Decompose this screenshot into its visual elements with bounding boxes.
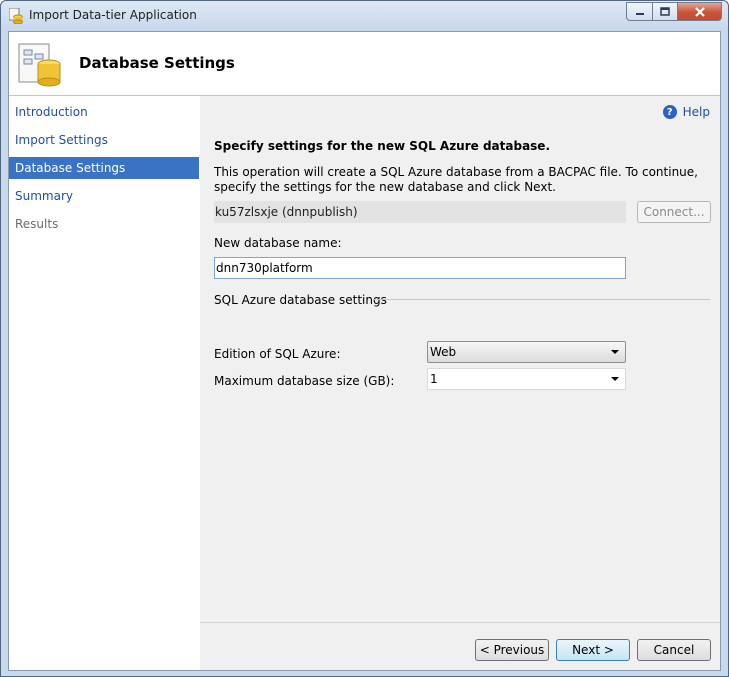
azure-settings-group-label: SQL Azure database settings: [214, 293, 387, 307]
nav-item-results: Results: [15, 217, 59, 231]
page-title: Database Settings: [79, 54, 235, 72]
dialog-body: Database Settings Introduction Import Se…: [8, 31, 721, 671]
page-header: Database Settings: [9, 32, 720, 95]
edition-label: Edition of SQL Azure:: [214, 347, 341, 361]
description-text: This operation will create a SQL Azure d…: [214, 165, 698, 194]
cancel-button[interactable]: Cancel: [637, 639, 711, 661]
previous-button[interactable]: < Previous: [475, 639, 549, 661]
server-connection-display: ku57zlsxje (dnnpublish): [214, 201, 626, 223]
minimize-button[interactable]: [626, 2, 652, 21]
minimize-icon: [635, 12, 644, 15]
title-bar[interactable]: Import Data-tier Application: [1, 1, 728, 31]
help-label: Help: [682, 105, 710, 119]
nav-item-summary[interactable]: Summary: [9, 185, 199, 207]
new-database-name-label: New database name:: [214, 236, 342, 250]
maximize-button[interactable]: [652, 2, 678, 21]
next-button[interactable]: Next >: [556, 639, 630, 661]
max-size-value: 1: [430, 372, 438, 386]
edition-select[interactable]: Web: [427, 341, 626, 363]
close-icon: [694, 6, 705, 17]
group-divider: [374, 299, 710, 300]
settings-panel: ? Help Specify settings for the new SQL …: [200, 96, 720, 622]
section-title: Specify settings for the new SQL Azure d…: [214, 139, 551, 153]
nav-item-database-settings[interactable]: Database Settings: [9, 157, 199, 179]
edition-value: Web: [430, 345, 457, 359]
database-settings-icon: [18, 43, 61, 87]
caption-buttons: [626, 2, 722, 22]
max-size-select[interactable]: 1: [427, 368, 626, 390]
wizard-nav: Introduction Import Settings Database Se…: [9, 96, 200, 670]
max-size-label: Maximum database size (GB):: [214, 374, 395, 388]
nav-item-introduction[interactable]: Introduction: [9, 101, 199, 123]
window-title: Import Data-tier Application: [29, 8, 197, 22]
chevron-down-icon: [611, 377, 619, 381]
wizard-footer: < Previous Next > Cancel: [200, 622, 720, 670]
dialog-window: Import Data-tier Application Database Se…: [0, 0, 729, 677]
nav-item-import-settings[interactable]: Import Settings: [9, 129, 199, 151]
chevron-down-icon: [611, 350, 619, 354]
help-link[interactable]: ? Help: [662, 105, 710, 119]
database-app-icon: [9, 8, 23, 24]
help-icon: ?: [662, 105, 677, 119]
maximize-icon: [660, 7, 670, 16]
close-button[interactable]: [678, 2, 722, 21]
new-database-name-input[interactable]: [214, 257, 626, 279]
connect-button: Connect...: [637, 201, 711, 223]
